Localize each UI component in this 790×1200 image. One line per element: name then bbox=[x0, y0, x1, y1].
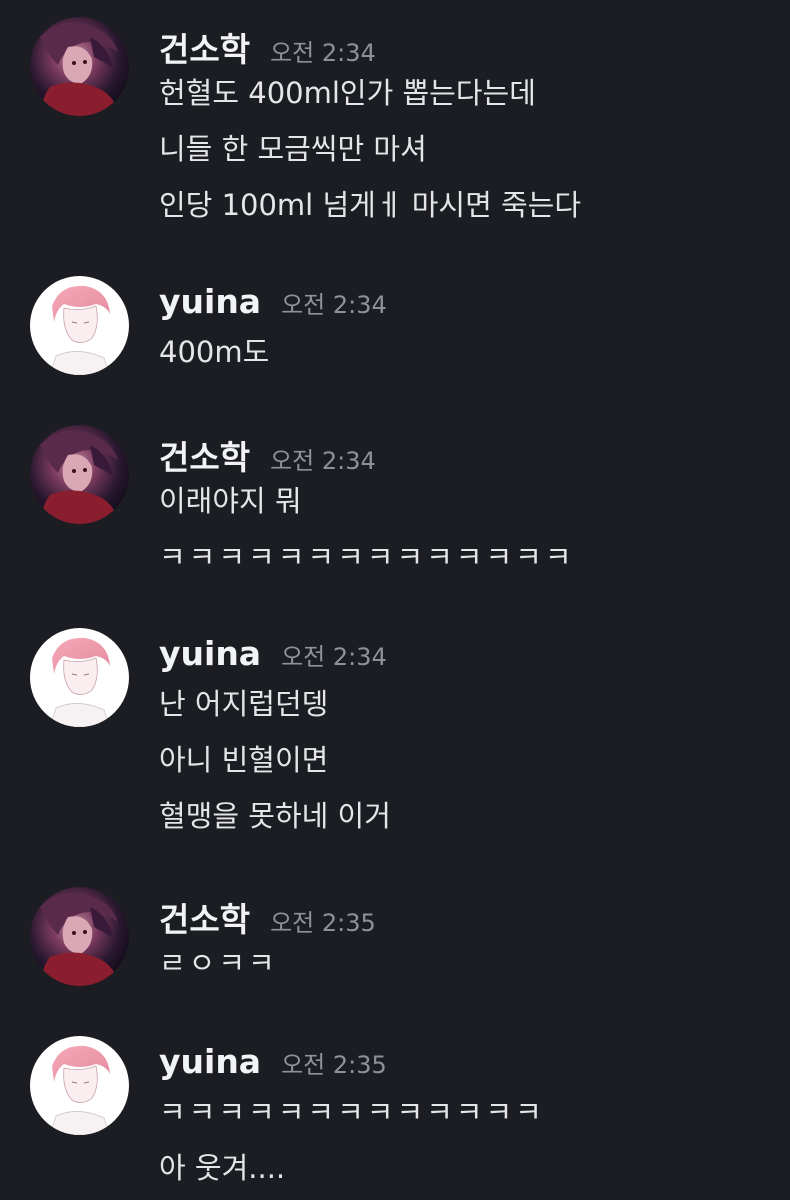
timestamp: 오전 2:34 bbox=[270, 447, 376, 475]
username[interactable]: yuina bbox=[159, 1042, 261, 1081]
message-header: yuina 오전 2:35 bbox=[159, 1042, 387, 1092]
message-text: 아 웃겨.... bbox=[159, 1151, 286, 1185]
message-header: 건소학 오전 2:35 bbox=[159, 893, 376, 943]
timestamp: 오전 2:34 bbox=[281, 643, 387, 671]
chat-messages: 건소학 오전 2:34 헌혈도 400ml인가 뽑는다는데 니들 한 모금씩만 … bbox=[0, 0, 790, 1200]
timestamp: 오전 2:35 bbox=[281, 1051, 387, 1079]
avatar[interactable] bbox=[30, 276, 129, 375]
message-header: yuina 오전 2:34 bbox=[159, 634, 387, 684]
avatar[interactable] bbox=[30, 17, 129, 116]
message-text: 혈맹을 못하네 이거 bbox=[159, 799, 391, 833]
pink-sketch-avatar-icon bbox=[30, 276, 129, 375]
timestamp: 오전 2:34 bbox=[281, 291, 387, 319]
pink-sketch-avatar-icon bbox=[30, 628, 129, 727]
username[interactable]: 건소학 bbox=[159, 431, 250, 479]
message-text: 니들 한 모금씩만 마셔 bbox=[159, 132, 427, 166]
timestamp: 오전 2:35 bbox=[270, 909, 376, 937]
timestamp: 오전 2:34 bbox=[270, 39, 376, 67]
message-text: ㅋㅋㅋㅋㅋㅋㅋㅋㅋㅋㅋㅋㅋ bbox=[159, 1095, 545, 1129]
message-text: ㅋㅋㅋㅋㅋㅋㅋㅋㅋㅋㅋㅋㅋㅋ bbox=[159, 540, 575, 574]
message-text: 인당 100ml 넘게ㅔ 마시면 죽는다 bbox=[159, 188, 582, 222]
username[interactable]: yuina bbox=[159, 634, 261, 673]
username[interactable]: yuina bbox=[159, 282, 261, 321]
message-text: 난 어지럽던뎅 bbox=[159, 687, 329, 721]
message-text: 헌혈도 400ml인가 뽑는다는데 bbox=[159, 76, 536, 110]
message-text: 이래야지 뭐 bbox=[159, 484, 302, 518]
message-text: 400m도 bbox=[159, 335, 270, 369]
message-header: 건소학 오전 2:34 bbox=[159, 23, 376, 73]
message-header: yuina 오전 2:34 bbox=[159, 282, 387, 332]
message-text: 아니 빈혈이면 bbox=[159, 743, 329, 777]
username[interactable]: 건소학 bbox=[159, 893, 250, 941]
message-text: ㄹㅇㅋㅋ bbox=[159, 946, 278, 980]
avatar[interactable] bbox=[30, 425, 129, 524]
dark-character-avatar-icon bbox=[30, 425, 129, 524]
pink-sketch-avatar-icon bbox=[30, 1036, 129, 1135]
dark-character-avatar-icon bbox=[30, 17, 129, 116]
avatar[interactable] bbox=[30, 1036, 129, 1135]
avatar[interactable] bbox=[30, 887, 129, 986]
avatar[interactable] bbox=[30, 628, 129, 727]
dark-character-avatar-icon bbox=[30, 887, 129, 986]
message-header: 건소학 오전 2:34 bbox=[159, 431, 376, 481]
username[interactable]: 건소학 bbox=[159, 23, 250, 71]
